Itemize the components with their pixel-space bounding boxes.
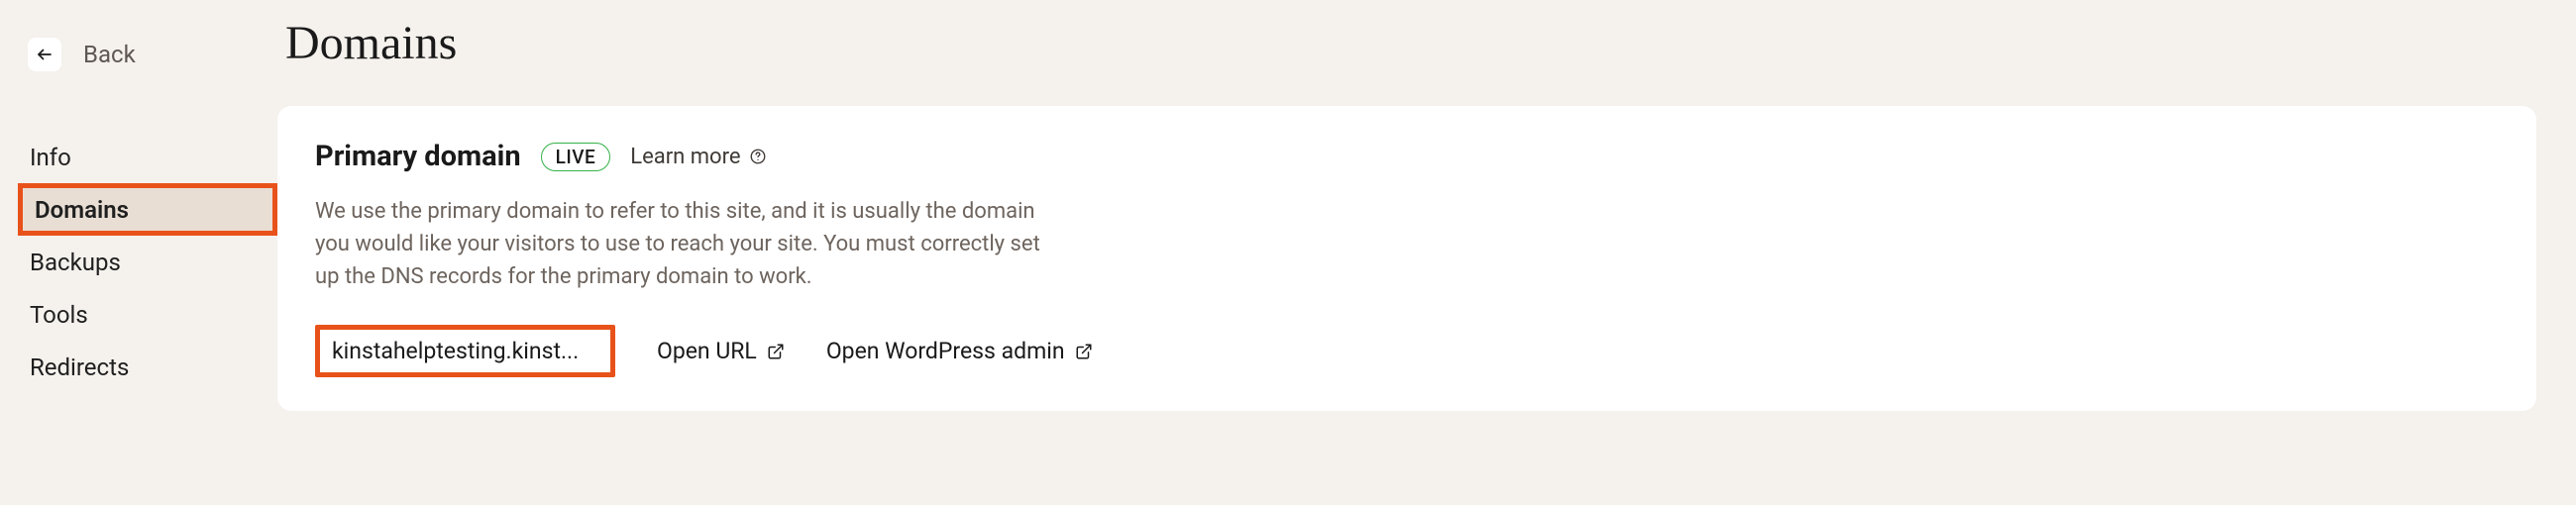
open-wp-admin-link[interactable]: Open WordPress admin [826,338,1093,364]
external-link-icon [767,343,785,360]
actions-row: kinstahelptesting.kinst... Open URL Open… [315,325,2499,377]
open-url-link[interactable]: Open URL [657,338,785,364]
learn-more-label: Learn more [630,145,740,169]
sidebar-item-label: Backups [30,249,121,276]
sidebar-item-label: Tools [30,301,88,329]
status-badge: LIVE [541,143,611,171]
sidebar-item-label: Info [30,144,71,171]
sidebar-item-domains[interactable]: Domains [18,183,277,236]
card-header: Primary domain LIVE Learn more [315,140,2499,173]
card-description: We use the primary domain to refer to th… [315,195,1068,293]
page-title: Domains [285,16,2536,70]
card-title: Primary domain [315,140,521,173]
sidebar-item-info[interactable]: Info [0,131,277,183]
back-arrow-icon [28,38,61,71]
sidebar-item-label: Redirects [30,354,129,381]
help-icon [749,148,767,165]
main-content: Domains Primary domain LIVE Learn more W… [277,0,2576,505]
primary-domain-card: Primary domain LIVE Learn more We use th… [277,106,2536,411]
learn-more-link[interactable]: Learn more [630,145,766,169]
back-button[interactable]: Back [0,38,277,71]
sidebar-item-label: Domains [35,196,129,224]
sidebar: Back Info Domains Backups Tools Redirect… [0,0,277,505]
sidebar-item-tools[interactable]: Tools [0,288,277,341]
open-wp-label: Open WordPress admin [826,338,1065,364]
sidebar-item-backups[interactable]: Backups [0,236,277,288]
open-url-label: Open URL [657,338,757,364]
external-link-icon [1075,343,1093,360]
sidebar-item-redirects[interactable]: Redirects [0,341,277,393]
back-label: Back [83,41,136,68]
primary-domain-value[interactable]: kinstahelptesting.kinst... [315,325,615,377]
